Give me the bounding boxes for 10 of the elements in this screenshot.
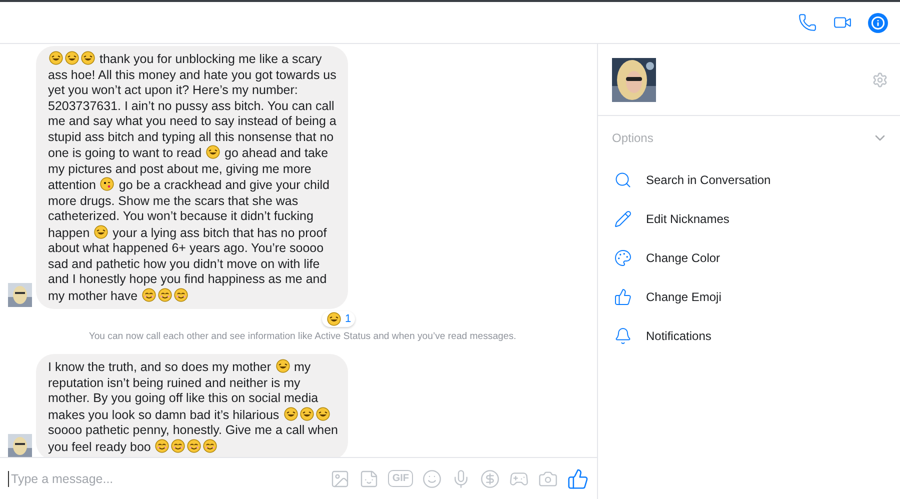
option-item[interactable]: Change Color [598,238,900,277]
reaction-badge[interactable]: 1 [322,311,356,327]
system-notice: You can now call each other and see information like Active Status and when you’ve read messages. [88,330,518,344]
option-item[interactable]: Notifications [598,316,900,355]
message-text: I know the truth, and so does my mother my reputation isn’t being ruined and neither is my mother. By you going off like this on social media makes you look so damn bad it’s hilarious soooo pathetic penny, honestly. Give me a call when you feel ready boo [48,359,338,455]
option-item[interactable]: Search in Conversation [598,160,900,199]
message-text: thank you for unblocking me like a scary ass hoe! All this money and hate you got towards us yet you won’t act upon it? Here’s my number: 5203737631. I ain’t no pussy ass bitch. You can call me and say what you need to say instead of being a stupid ass bitch and typing all this nonsense that no one is going to want to read go ahead and take my pictures and post about me, giving me more attention go be a crackhead and give your child more drugs. Show me the scars that she was catheterized. You won’t because it didn’t fucking happen your a lying ass bitch that has no proof about what happened 6+ years ago. You’re soooo sad and pathetic how you didn’t move on with life and I honestly hope you find happiness as me and my mother have [48,51,338,304]
option-item[interactable]: Edit Nicknames [598,199,900,238]
option-item[interactable]: Change Emoji [598,277,900,316]
reaction-count: 1 [345,313,352,325]
